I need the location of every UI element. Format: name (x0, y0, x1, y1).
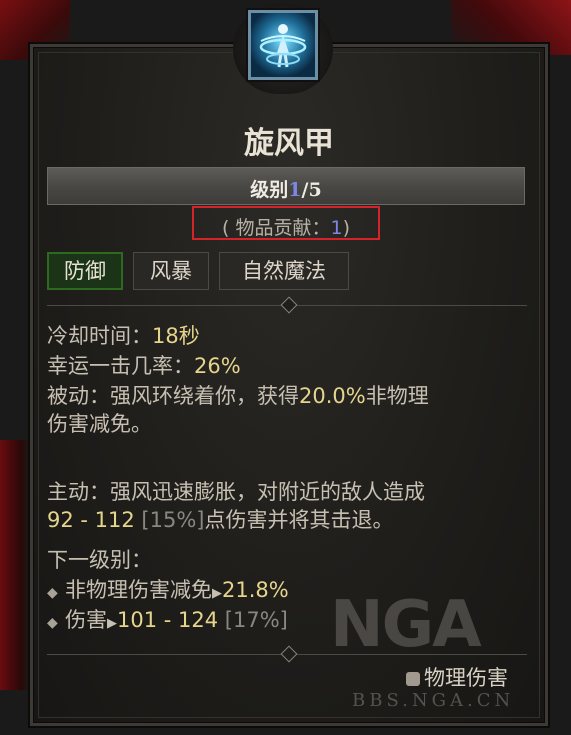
watermark-site: BBS.NGA.CN (352, 690, 515, 711)
rank-label: 级别 (250, 179, 289, 201)
lucky-hit-value: 26% (194, 354, 241, 378)
passive-text-post: 非物理 (365, 384, 429, 408)
damage-type: 物理伤害 (406, 662, 508, 692)
passive-line-2: 伤害减免。 (47, 412, 152, 436)
next-rank-item-value: 21.8% (222, 578, 289, 602)
lucky-hit-label: 幸运一击几率： (47, 354, 194, 378)
contribution-open: ( 物品贡献： (222, 217, 331, 239)
passive-line: 被动：强风环绕着你，获得20.0%非物理 (47, 382, 527, 410)
active-text-post: 点伤害并将其击退。 (204, 508, 394, 532)
active-damage: 92 - 112 (47, 508, 135, 532)
passive-value: 20.0% (299, 384, 366, 408)
cooldown-line: 冷却时间：18秒 (47, 322, 527, 350)
arrow-right-icon: ▶ (212, 586, 222, 601)
cooldown-label: 冷却时间： (47, 324, 152, 348)
next-rank-item-pct: [17%] (224, 608, 288, 632)
watermark-logo: NGA (330, 588, 482, 662)
active-damage-pct: [15%] (141, 508, 205, 532)
tag-storm: 风暴 (133, 252, 209, 290)
item-contribution: ( 物品贡献：1) (194, 213, 378, 240)
lucky-hit-line: 幸运一击几率：26% (47, 352, 527, 380)
damage-type-label: 物理伤害 (424, 666, 508, 690)
next-rank-header: 下一级别： (47, 548, 152, 572)
active-line: 主动：强风迅速膨胀，对附近的敌人造成 (47, 480, 425, 504)
bullet-icon: ◆ (47, 615, 58, 631)
rank-max: /5 (301, 179, 322, 201)
bullet-icon: ◆ (47, 585, 58, 601)
red-background-shard (0, 440, 30, 690)
rank-text: 级别1/5 (48, 175, 524, 202)
active-line-2: 92 - 112 [15%]点伤害并将其击退。 (47, 506, 527, 534)
rank-current: 1 (288, 179, 302, 201)
cooldown-value: 18秒 (152, 324, 200, 348)
contribution-close: ) (342, 217, 350, 239)
next-rank-item-label: 非物理伤害减免 (65, 578, 212, 602)
next-rank-item-value: 101 - 124 (117, 608, 219, 632)
contribution-highlight-box: ( 物品贡献：1) (192, 206, 380, 240)
passive-text: 被动：强风环绕着你，获得 (47, 384, 299, 408)
arrow-right-icon: ▶ (107, 616, 117, 631)
tag-defense: 防御 (47, 252, 123, 290)
contribution-value: 1 (330, 217, 343, 239)
cyclone-armor-icon (248, 10, 318, 80)
skill-name: 旋风甲 (244, 126, 334, 161)
next-rank-item-label: 伤害 (65, 608, 107, 632)
rank-bar: 级别1/5 (47, 167, 525, 205)
physical-damage-icon (406, 672, 420, 686)
tag-nature-magic: 自然魔法 (219, 252, 349, 290)
